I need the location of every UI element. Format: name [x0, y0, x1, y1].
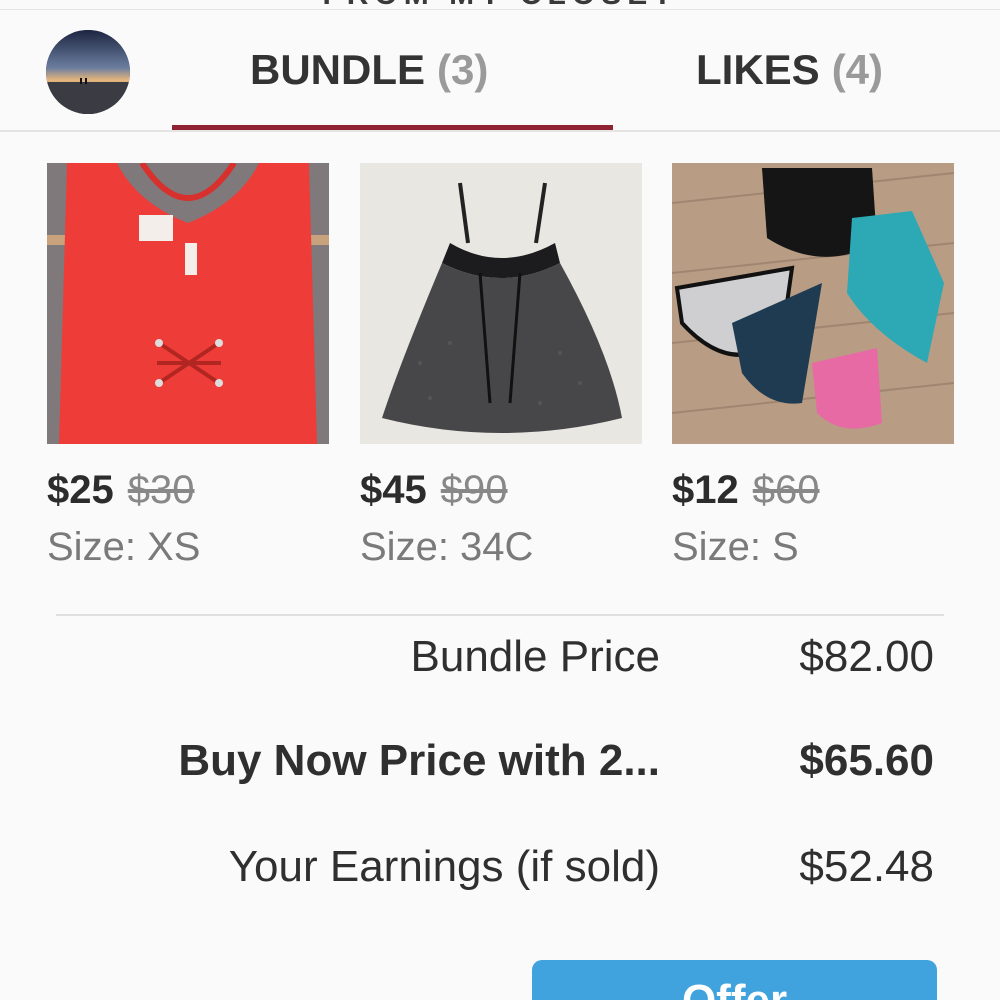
- product-image-red-tank-top[interactable]: [47, 163, 329, 444]
- closet-title: FROM MY CLOSET: [0, 0, 1000, 9]
- product-price: $12: [672, 468, 739, 512]
- product-price: $45: [360, 468, 427, 512]
- buy-now-price-value: $65.60: [799, 736, 934, 785]
- earnings-value: $52.48: [799, 842, 934, 891]
- product-price: $25: [47, 468, 114, 512]
- bundle-price-label: Bundle Price: [410, 632, 660, 681]
- tab-bundle[interactable]: BUNDLE (3): [250, 40, 488, 100]
- buy-now-price-row: Buy Now Price with 2... $65.60: [0, 736, 1000, 806]
- tab-bundle-count: (3): [437, 46, 489, 93]
- tab-likes[interactable]: LIKES (4): [696, 40, 883, 100]
- product-image-underwear-set[interactable]: [672, 163, 954, 444]
- product-original-price: $90: [440, 468, 508, 512]
- summary-divider: [56, 614, 944, 616]
- product-size: Size: XS: [47, 525, 201, 569]
- earnings-row: Your Earnings (if sold) $52.48: [0, 842, 1000, 912]
- active-tab-indicator: [172, 125, 613, 130]
- product-price-row: $45 $90: [360, 468, 642, 513]
- product-size: Size: 34C: [360, 525, 534, 569]
- product-original-price: $30: [127, 468, 195, 512]
- product-card[interactable]: $12 $60 Size: S: [672, 163, 954, 570]
- product-price-row: $25 $30: [47, 468, 329, 513]
- product-card[interactable]: $25 $30 Size: XS: [47, 163, 329, 570]
- product-card[interactable]: $45 $90 Size: 34C: [360, 163, 642, 570]
- bundle-product-list: $25 $30 Size: XS $45 $90 Size: 34C $12 $…: [0, 163, 1000, 593]
- offer-button[interactable]: Offer: [532, 960, 937, 1000]
- product-image-black-babydoll[interactable]: [360, 163, 642, 444]
- tab-likes-label: LIKES: [696, 46, 820, 93]
- bundle-price-row: Bundle Price $82.00: [0, 632, 1000, 702]
- product-size: Size: S: [672, 525, 799, 569]
- product-price-row: $12 $60: [672, 468, 954, 513]
- product-original-price: $60: [752, 468, 820, 512]
- tab-likes-count: (4): [831, 46, 884, 93]
- buy-now-price-label: Buy Now Price with 2...: [178, 736, 660, 785]
- bundle-price-value: $82.00: [799, 632, 934, 681]
- closet-title-strip: FROM MY CLOSET: [0, 0, 1000, 10]
- tab-bundle-label: BUNDLE: [250, 46, 425, 93]
- tab-bar: BUNDLE (3) LIKES (4): [0, 10, 1000, 132]
- earnings-label: Your Earnings (if sold): [228, 842, 660, 891]
- avatar[interactable]: [46, 30, 130, 114]
